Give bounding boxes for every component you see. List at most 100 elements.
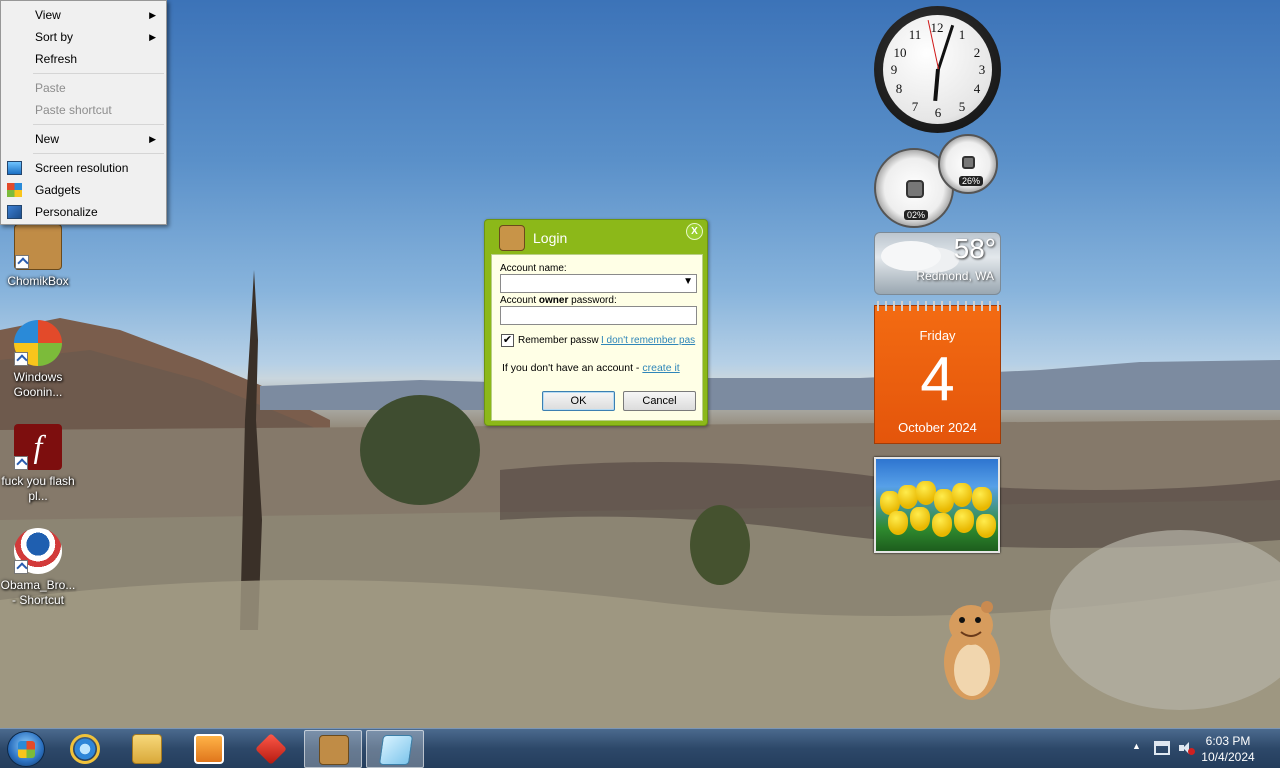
password-label-text: password: <box>568 295 617 306</box>
shortcut-arrow-icon <box>15 255 29 269</box>
weather-temperature: 58° <box>953 233 996 264</box>
submenu-arrow-icon: ▶ <box>149 134 156 144</box>
tulip-shape <box>976 514 996 538</box>
start-button[interactable] <box>7 731 45 767</box>
taskbar-item-file-explorer[interactable] <box>118 730 176 768</box>
desktop-icon-flash[interactable]: f fuck you flash pl... <box>0 424 76 504</box>
chomikbox-icon <box>14 224 62 270</box>
chomikbox-logo-icon <box>499 225 525 251</box>
flash-icon: f <box>14 424 62 470</box>
login-dialog: Login X Account name: ▼ Account owner pa… <box>484 219 708 426</box>
chevron-down-icon[interactable]: ▼ <box>683 276 693 287</box>
tulip-shape <box>916 481 936 505</box>
desktop[interactable]: ChomikBox Windows Goonin... f fuck you f… <box>0 0 1280 728</box>
login-form: Account name: ▼ Account owner password: … <box>491 254 703 421</box>
tulip-shape <box>932 513 952 537</box>
menu-item-label: Refresh <box>35 52 78 66</box>
password-label-text: Account <box>500 295 539 306</box>
monitor-icon <box>7 161 22 175</box>
menu-item-gadgets[interactable]: Gadgets <box>1 179 166 201</box>
menu-item-sort-by[interactable]: Sort by ▶ <box>1 26 166 48</box>
show-hidden-icons-button[interactable]: ▲ <box>1132 741 1141 751</box>
forgot-password-link[interactable]: I don't remember pas <box>601 335 701 346</box>
hamster-mascot[interactable] <box>935 600 1010 710</box>
menu-item-label: Sort by <box>35 30 74 44</box>
calendar-gadget[interactable]: Friday 4 October 2024 <box>874 301 1001 444</box>
personalize-icon <box>7 205 22 219</box>
slideshow-gadget[interactable] <box>874 457 1000 553</box>
password-field[interactable] <box>500 306 697 325</box>
clock-gadget[interactable]: 12 1 2 3 4 5 6 7 8 9 10 11 <box>874 6 1001 133</box>
submenu-arrow-icon: ▶ <box>149 32 156 42</box>
shortcut-arrow-icon <box>14 560 28 574</box>
desktop-context-menu: View ▶ Sort by ▶ Refresh Paste Paste short… <box>0 0 167 225</box>
account-name-combobox[interactable]: ▼ <box>500 274 697 293</box>
no-account-text: If you don't have an account - create it <box>502 362 680 374</box>
taskbar-item-red-app[interactable] <box>242 730 300 768</box>
clock-number: 8 <box>895 81 903 96</box>
chomikbox-icon <box>319 735 349 765</box>
calendar-weekday: Friday <box>919 328 956 343</box>
shortcut-arrow-icon <box>14 352 28 366</box>
menu-item-view[interactable]: View ▶ <box>1 4 166 26</box>
desktop-icon-chomikbox[interactable]: ChomikBox <box>0 224 76 289</box>
calendar-month-year: October 2024 <box>898 420 977 435</box>
weather-location: Redmond, WA <box>916 269 994 283</box>
windows-logo-icon <box>18 741 35 758</box>
tulip-shape <box>972 487 992 511</box>
menu-item-paste-shortcut: Paste shortcut <box>1 99 166 121</box>
menu-item-label: Screen resolution <box>35 161 129 175</box>
weather-gadget[interactable]: 58° Redmond, WA <box>874 232 1001 295</box>
clock-number: 6 <box>934 105 942 120</box>
cancel-button[interactable]: Cancel <box>623 391 696 411</box>
calendar-rings <box>877 301 999 311</box>
red-box-icon <box>255 733 287 765</box>
menu-item-label: New <box>35 132 60 146</box>
clock-number: 9 <box>890 62 898 77</box>
menu-item-label: Paste shortcut <box>35 103 112 117</box>
obama-logo-icon <box>14 528 62 574</box>
taskbar-time[interactable]: 6:03 PM <box>1193 734 1263 748</box>
calendar-day: 4 <box>920 345 955 414</box>
memory-percent: 26% <box>959 176 984 186</box>
account-name-label: Account name: <box>500 263 567 274</box>
clock-number: 5 <box>958 99 966 114</box>
shortcut-arrow-icon <box>14 456 28 470</box>
volume-muted-icon[interactable] <box>1179 742 1195 755</box>
folder-icon <box>132 734 162 764</box>
taskbar: ▲ 6:03 PM 10/4/2024 <box>0 728 1280 768</box>
close-button[interactable]: X <box>686 223 703 240</box>
cloud-icon <box>881 241 941 271</box>
clock-number: 2 <box>973 45 981 60</box>
cpu-percent: 02% <box>904 210 929 220</box>
password-label-bold: owner <box>538 295 569 306</box>
menu-item-personalize[interactable]: Personalize <box>1 201 166 223</box>
taskbar-date[interactable]: 10/4/2024 <box>1193 750 1263 764</box>
remember-password-checkbox[interactable]: ✔ <box>501 334 514 347</box>
taskbar-item-chomikbox[interactable] <box>304 730 362 768</box>
network-icon[interactable] <box>1154 741 1170 755</box>
desktop-icon-obama[interactable]: Obama_Bro... - Shortcut <box>0 528 76 608</box>
tulip-shape <box>910 507 930 531</box>
tulip-shape <box>934 489 954 513</box>
menu-item-label: View <box>35 8 61 22</box>
desktop-icon-windows[interactable]: Windows Goonin... <box>0 320 76 400</box>
memory-gauge: 26% <box>938 134 998 194</box>
taskbar-item-notepad-app[interactable] <box>366 730 424 768</box>
menu-item-new[interactable]: New ▶ <box>1 128 166 150</box>
clock-number: 10 <box>893 45 907 60</box>
menu-item-paste: Paste <box>1 77 166 99</box>
submenu-arrow-icon: ▶ <box>149 10 156 20</box>
menu-item-refresh[interactable]: Refresh <box>1 48 166 70</box>
tulip-shape <box>952 483 972 507</box>
gadgets-icon <box>7 183 22 197</box>
create-account-link[interactable]: create it <box>642 362 679 374</box>
cpu-meter-gadget[interactable]: 02% 26% <box>872 134 1000 228</box>
tulip-shape <box>954 509 974 533</box>
taskbar-item-internet-explorer[interactable] <box>56 730 114 768</box>
taskbar-item-media-player[interactable] <box>180 730 238 768</box>
clock-number: 7 <box>911 99 919 114</box>
ok-button[interactable]: OK <box>542 391 615 411</box>
menu-item-screen-resolution[interactable]: Screen resolution <box>1 157 166 179</box>
ie-icon <box>70 734 100 764</box>
